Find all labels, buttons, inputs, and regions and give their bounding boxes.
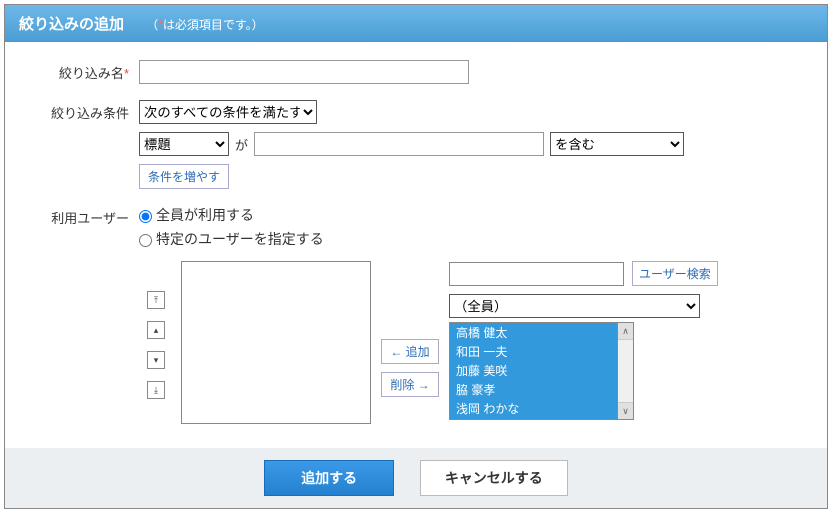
list-item[interactable]: 和田 一夫 — [450, 342, 617, 361]
condition-op-text: が — [235, 135, 248, 154]
list-item[interactable]: 脇 豪孝 — [450, 380, 617, 399]
row-filter-name: 絞り込み名* — [31, 60, 801, 84]
label-filter-cond: 絞り込み条件 — [31, 100, 139, 189]
dialog-footer: 追加する キャンセルする — [5, 448, 827, 508]
required-note: （*は必須項目です。） — [146, 18, 264, 32]
selected-users-listbox[interactable] — [181, 261, 371, 424]
scroll-down-button[interactable]: ∨ — [618, 402, 633, 419]
radio-all-users[interactable] — [139, 210, 152, 223]
scroll-up-button[interactable]: ∧ — [618, 323, 633, 340]
move-top-button[interactable]: ⤒ — [147, 291, 165, 309]
add-condition-button[interactable]: 条件を増やす — [139, 164, 229, 189]
list-item[interactable]: 浅岡 わかな — [450, 399, 617, 418]
users-area: ⤒ ▴ ▾ ⤓ ← 追加 削除 → ユーザー検索 — [139, 261, 801, 424]
scroll-track[interactable] — [618, 340, 633, 402]
transfer-column: ← 追加 削除 → — [379, 339, 441, 397]
move-up-button[interactable]: ▴ — [147, 321, 165, 339]
list-item[interactable]: 池永 厚 — [450, 418, 617, 420]
search-line: ユーザー検索 — [449, 261, 801, 286]
condition-field-select[interactable]: 標題 — [139, 132, 229, 156]
user-search-input[interactable] — [449, 262, 624, 286]
dialog-title: 絞り込みの追加 — [19, 16, 124, 33]
add-user-button[interactable]: ← 追加 — [381, 339, 439, 364]
available-users-column: ユーザー検索 （全員） 高橋 健太 和田 一夫 加藤 美咲 脇 豪孝 浅岡 わ — [449, 261, 801, 420]
group-select[interactable]: （全員） — [449, 294, 700, 318]
row-users: 利用ユーザー 全員が利用する 特定のユーザーを指定する ⤒ ▴ — [31, 205, 801, 424]
radio-specific-users-label[interactable]: 特定のユーザーを指定する — [139, 231, 324, 247]
scrollbar[interactable]: ∧ ∨ — [617, 322, 634, 420]
move-bottom-button[interactable]: ⤓ — [147, 381, 165, 399]
available-users-list[interactable]: 高橋 健太 和田 一夫 加藤 美咲 脇 豪孝 浅岡 わかな 池永 厚 — [449, 322, 617, 420]
dialog-container: 絞り込みの追加 （*は必須項目です。） 絞り込み名* 絞り込み条件 次のすべての… — [4, 4, 828, 509]
dialog-header: 絞り込みの追加 （*は必須項目です。） — [5, 5, 827, 42]
condition-suffix-select[interactable]: を含む — [550, 132, 684, 156]
row-filter-cond: 絞り込み条件 次のすべての条件を満たす 標題 が を含む 条件を増やす — [31, 100, 801, 189]
list-item[interactable]: 高橋 健太 — [450, 323, 617, 342]
reorder-column: ⤒ ▴ ▾ ⤓ — [139, 291, 173, 399]
form-body: 絞り込み名* 絞り込み条件 次のすべての条件を満たす 標題 が — [5, 42, 827, 424]
available-users-wrap: 高橋 健太 和田 一夫 加藤 美咲 脇 豪孝 浅岡 わかな 池永 厚 ∧ ∨ — [449, 322, 634, 420]
radio-all-users-label[interactable]: 全員が利用する — [139, 207, 254, 223]
condition-line: 標題 が を含む — [139, 132, 801, 156]
match-type-select[interactable]: 次のすべての条件を満たす — [139, 100, 317, 124]
list-item[interactable]: 加藤 美咲 — [450, 361, 617, 380]
label-users: 利用ユーザー — [31, 205, 139, 424]
radio-all-users-line: 全員が利用する — [139, 205, 801, 225]
remove-user-button[interactable]: 削除 → — [381, 372, 439, 397]
user-search-button[interactable]: ユーザー検索 — [632, 261, 718, 286]
cancel-button[interactable]: キャンセルする — [420, 460, 568, 496]
filter-name-input[interactable] — [139, 60, 469, 84]
radio-specific-users[interactable] — [139, 234, 152, 247]
radio-specific-users-line: 特定のユーザーを指定する — [139, 229, 801, 249]
submit-button[interactable]: 追加する — [264, 460, 394, 496]
label-filter-name: 絞り込み名* — [31, 60, 139, 84]
move-down-button[interactable]: ▾ — [147, 351, 165, 369]
condition-value-input[interactable] — [254, 132, 544, 156]
